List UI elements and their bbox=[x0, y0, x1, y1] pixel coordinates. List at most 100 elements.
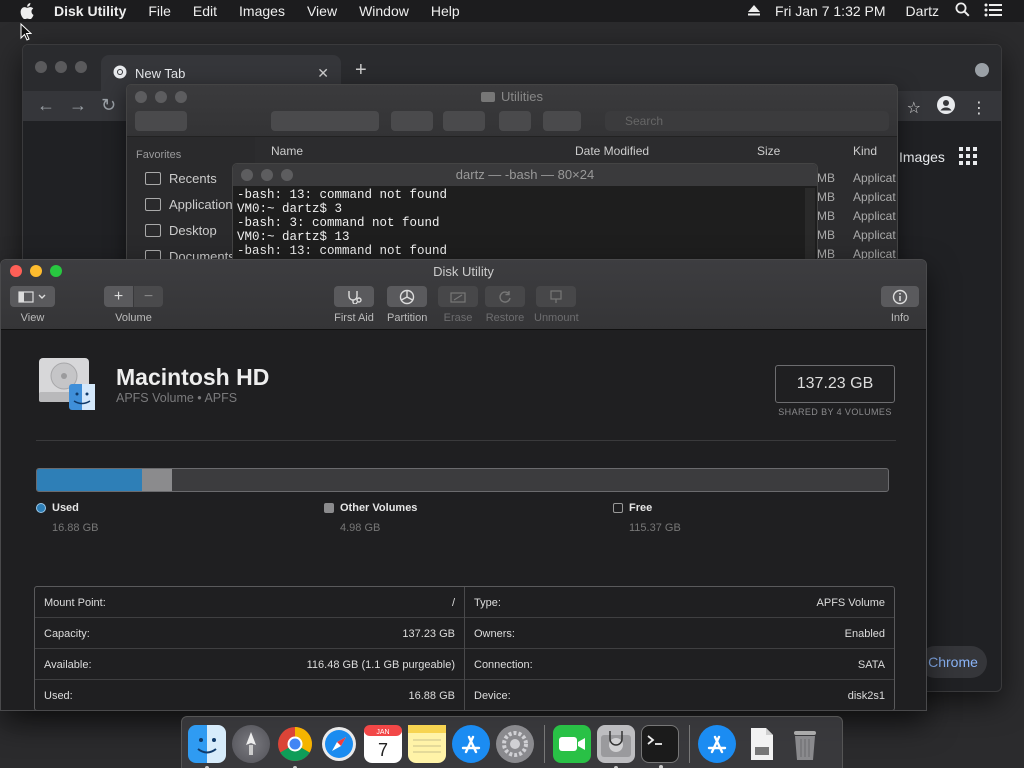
info-value: disk2s1 bbox=[847, 690, 885, 702]
finder-icon[interactable] bbox=[188, 725, 226, 768]
chrome-favicon-icon bbox=[113, 65, 127, 82]
menu-window[interactable]: Window bbox=[359, 3, 409, 19]
usage-bar bbox=[36, 468, 889, 492]
info-value: 116.48 GB (1.1 GB purgeable) bbox=[306, 659, 455, 671]
list-item[interactable]: MB bbox=[817, 209, 835, 228]
app-store-icon[interactable] bbox=[452, 725, 490, 763]
terminal-window[interactable]: dartz — -bash — 80×24 -bash: 13: command… bbox=[232, 163, 818, 273]
apple-menu-icon[interactable] bbox=[20, 3, 40, 19]
menu-clock[interactable]: Fri Jan 7 1:32 PM bbox=[775, 3, 886, 19]
legend-used-label: Used bbox=[52, 502, 79, 514]
info-row-owners: Owners: Enabled bbox=[465, 618, 894, 649]
facetime-icon[interactable] bbox=[553, 725, 591, 763]
sidebar-item-label: Recents bbox=[169, 170, 217, 186]
document-icon[interactable] bbox=[742, 725, 780, 763]
column-header-name[interactable]: Name bbox=[271, 144, 303, 158]
list-item[interactable]: Applicat bbox=[853, 171, 896, 190]
list-item[interactable]: Applicat bbox=[853, 209, 896, 228]
list-item[interactable]: MB bbox=[817, 228, 835, 247]
disk-utility-window[interactable]: Disk Utility View + − Volume First Aid P… bbox=[0, 259, 927, 711]
restore-button[interactable] bbox=[485, 286, 525, 307]
bookmark-star-icon[interactable]: ☆ bbox=[907, 98, 921, 118]
list-item[interactable]: MB bbox=[817, 171, 835, 190]
menu-user[interactable]: Dartz bbox=[906, 3, 939, 19]
legend-used-value: 16.88 GB bbox=[52, 522, 99, 534]
action-gear-icon[interactable] bbox=[443, 111, 485, 131]
column-header-date[interactable]: Date Modified bbox=[575, 144, 649, 158]
minimize-window-icon[interactable] bbox=[55, 61, 67, 73]
info-button[interactable] bbox=[881, 286, 919, 307]
zoom-window-icon[interactable] bbox=[75, 61, 87, 73]
safari-icon[interactable] bbox=[320, 725, 358, 763]
terminal-title: dartz — -bash — 80×24 bbox=[455, 167, 595, 182]
finder-search-input[interactable]: Search bbox=[605, 111, 889, 131]
menu-file[interactable]: File bbox=[148, 3, 171, 19]
usage-bar-other-segment bbox=[141, 469, 173, 491]
list-item[interactable]: Applicat bbox=[853, 228, 896, 247]
spotlight-search-icon[interactable] bbox=[955, 2, 970, 20]
zoom-window-icon[interactable] bbox=[281, 169, 293, 181]
trash-icon[interactable] bbox=[786, 725, 824, 763]
view-toolbar-item: View bbox=[10, 286, 55, 324]
reload-icon[interactable]: ↻ bbox=[101, 95, 116, 116]
add-volume-button[interactable]: + bbox=[104, 286, 133, 307]
terminal-icon[interactable] bbox=[641, 725, 679, 768]
terminal-scrollbar[interactable] bbox=[805, 188, 815, 268]
back-forward-buttons[interactable] bbox=[135, 111, 187, 131]
notes-icon[interactable] bbox=[408, 725, 446, 763]
profile-avatar-icon[interactable] bbox=[937, 96, 955, 119]
info-key: Connection: bbox=[474, 659, 533, 671]
info-row-device: Device: disk2s1 bbox=[465, 680, 894, 710]
google-images-link[interactable]: Images bbox=[899, 149, 945, 165]
unmount-label: Unmount bbox=[534, 312, 579, 324]
volume-toolbar-item: + − Volume bbox=[104, 286, 163, 324]
unmount-button[interactable] bbox=[536, 286, 577, 307]
calendar-day: 7 bbox=[378, 740, 388, 760]
shared-volumes-label: SHARED BY 4 VOLUMES bbox=[778, 407, 892, 417]
info-value: SATA bbox=[857, 659, 885, 671]
launchpad-icon[interactable] bbox=[232, 725, 270, 763]
back-arrow-icon[interactable]: ← bbox=[37, 95, 55, 116]
minimize-window-icon[interactable] bbox=[261, 169, 273, 181]
google-apps-grid-icon[interactable] bbox=[959, 147, 977, 170]
system-preferences-icon[interactable] bbox=[496, 725, 534, 763]
finder-title-text: Utilities bbox=[501, 89, 543, 104]
close-window-icon[interactable] bbox=[241, 169, 253, 181]
window-title: Disk Utility bbox=[433, 264, 494, 279]
legend-other-label: Other Volumes bbox=[340, 502, 418, 514]
delete-volume-button[interactable]: − bbox=[134, 286, 163, 307]
forward-arrow-icon[interactable]: → bbox=[69, 95, 87, 116]
group-by-button[interactable] bbox=[391, 111, 433, 131]
tags-icon[interactable] bbox=[543, 111, 581, 131]
terminal-output[interactable]: -bash: 13: command not found VM0:~ dartz… bbox=[233, 186, 817, 260]
app-menu-disk-utility[interactable]: Disk Utility bbox=[54, 3, 126, 19]
chrome-menu-icon[interactable]: ⋮ bbox=[971, 98, 987, 118]
menu-view[interactable]: View bbox=[307, 3, 337, 19]
column-header-kind[interactable]: Kind bbox=[853, 144, 877, 158]
notification-center-icon[interactable] bbox=[984, 3, 1002, 20]
eject-icon[interactable] bbox=[747, 3, 761, 19]
app-store-downloads-icon[interactable] bbox=[698, 725, 736, 763]
tab-close-icon[interactable]: ✕ bbox=[317, 65, 329, 82]
menu-edit[interactable]: Edit bbox=[193, 3, 217, 19]
first-aid-button[interactable] bbox=[334, 286, 374, 307]
new-tab-plus-icon[interactable]: + bbox=[355, 59, 367, 82]
tab-search-chevron-icon[interactable] bbox=[975, 63, 989, 77]
customize-chrome-button[interactable]: Chrome bbox=[919, 646, 987, 678]
close-window-icon[interactable] bbox=[35, 61, 47, 73]
list-item[interactable]: Applicat bbox=[853, 190, 896, 209]
calendar-month: JAN bbox=[376, 729, 389, 736]
menu-images[interactable]: Images bbox=[239, 3, 285, 19]
view-button[interactable] bbox=[10, 286, 55, 307]
chrome-icon[interactable] bbox=[276, 725, 314, 768]
partition-button[interactable] bbox=[387, 286, 428, 307]
view-mode-icons-button[interactable] bbox=[271, 111, 379, 131]
disk-utility-icon[interactable] bbox=[597, 725, 635, 768]
first-aid-label: First Aid bbox=[334, 312, 374, 324]
list-item[interactable]: MB bbox=[817, 190, 835, 209]
share-icon[interactable] bbox=[499, 111, 531, 131]
menu-help[interactable]: Help bbox=[431, 3, 460, 19]
calendar-icon[interactable]: JAN 7 bbox=[364, 725, 402, 763]
erase-button[interactable] bbox=[438, 286, 478, 307]
column-header-size[interactable]: Size bbox=[757, 144, 780, 158]
